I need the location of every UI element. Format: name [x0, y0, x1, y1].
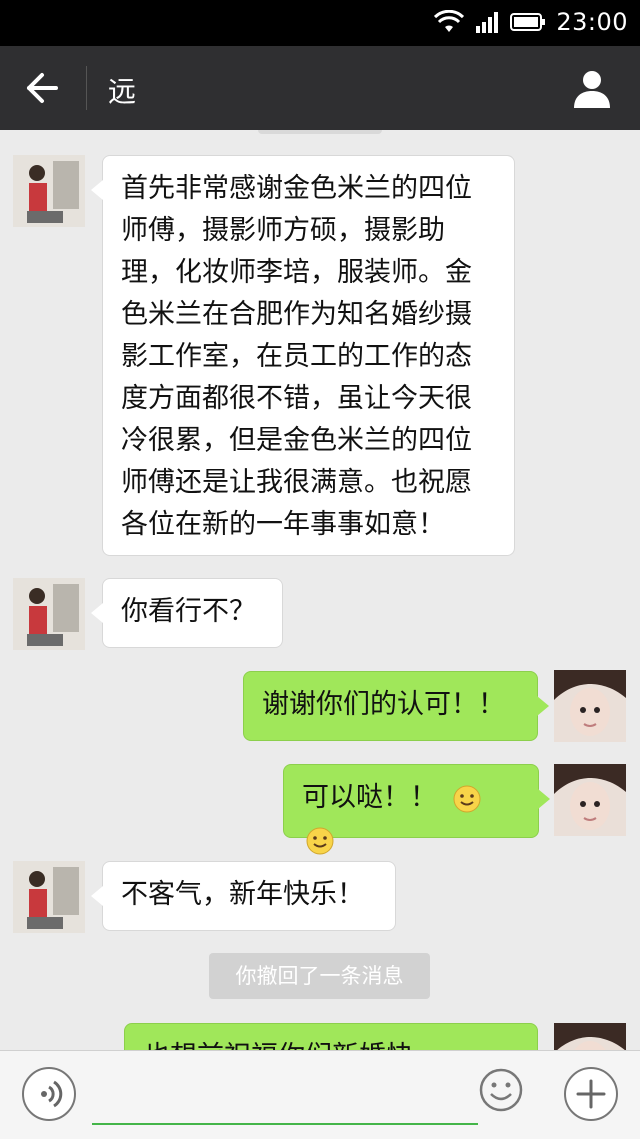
message-text: 可以哒！！: [302, 782, 437, 813]
message-bubble[interactable]: 谢谢你们的认可！！: [243, 671, 549, 741]
more-actions-button[interactable]: [564, 1067, 618, 1121]
message-bubble[interactable]: 可以哒！！: [283, 764, 550, 854]
avatar-contact[interactable]: [13, 861, 85, 933]
smile-emoji-icon: [305, 826, 335, 856]
voice-icon: [41, 1080, 63, 1108]
chat-title: 远: [108, 75, 137, 108]
message-bubble[interactable]: 你看行不？: [91, 578, 283, 648]
avatar-self[interactable]: [554, 1023, 626, 1050]
chat-area[interactable]: 首先非常感谢金色米兰的四位师傅，摄影师方硕，摄影助理，化妆师李培，服装师。金色米…: [0, 130, 640, 1050]
avatar-contact[interactable]: [13, 155, 85, 227]
message-input[interactable]: [92, 1067, 478, 1125]
title-bar: 远: [0, 46, 640, 130]
message-text: 你看行不？: [121, 596, 256, 627]
input-bar: [0, 1050, 640, 1139]
arrow-left-icon[interactable]: [20, 68, 64, 108]
avatar-self[interactable]: [554, 670, 626, 742]
wifi-icon: [434, 10, 465, 32]
avatar-self[interactable]: [554, 764, 626, 836]
message-bubble[interactable]: 不客气，新年快乐！: [91, 861, 396, 931]
person-icon[interactable]: [570, 66, 614, 110]
previous-message-edge: [258, 130, 382, 134]
message-bubble[interactable]: 首先非常感谢金色米兰的四位师傅，摄影师方硕，摄影助理，化妆师李培，服装师。金色米…: [91, 155, 515, 556]
battery-icon: [510, 13, 546, 31]
message-text: 不客气，新年快乐！: [121, 879, 364, 910]
status-time: 23:00: [556, 8, 628, 36]
message-text: 也想前祝福你们新婚快: [143, 1041, 413, 1050]
title-divider: [86, 66, 87, 110]
voice-input-button[interactable]: [22, 1067, 76, 1121]
status-icons: 23:00: [434, 8, 628, 36]
plus-icon: [576, 1079, 606, 1109]
system-notice: 你撤回了一条消息: [209, 953, 430, 999]
message-text: 首先非常感谢金色米兰的四位师傅，摄影师方硕，摄影助理，化妆师李培，服装师。金色米…: [121, 173, 472, 540]
signal-icon: [476, 12, 499, 33]
smile-emoji-icon: [452, 784, 482, 814]
message-text: 谢谢你们的认可！！: [262, 689, 505, 720]
message-bubble[interactable]: 也想前祝福你们新婚快: [124, 1023, 538, 1050]
avatar-contact[interactable]: [13, 578, 85, 650]
status-bar: 23:00: [0, 0, 640, 46]
smile-icon[interactable]: [478, 1067, 524, 1113]
